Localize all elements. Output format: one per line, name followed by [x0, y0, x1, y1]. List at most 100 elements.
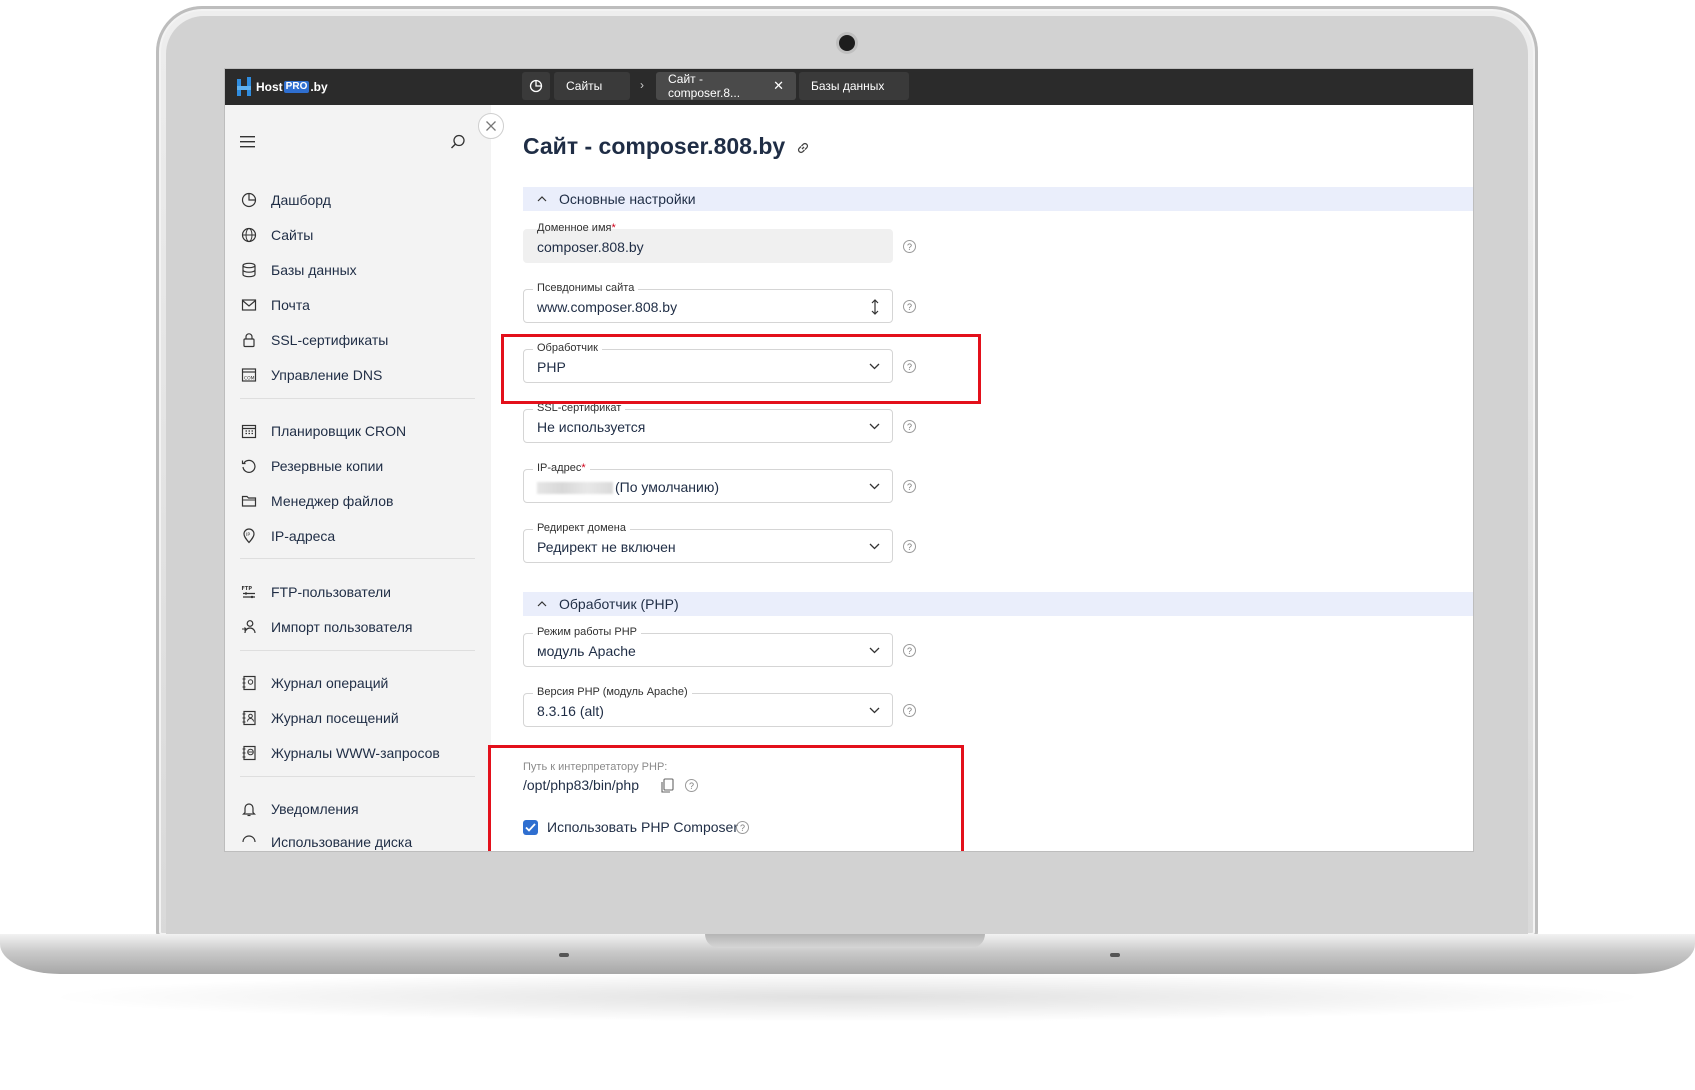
- sidebar-item-visits-log[interactable]: Журнал посещений: [240, 705, 399, 731]
- sidebar-item-label: Уведомления: [271, 801, 359, 817]
- hamburger-icon[interactable]: [240, 135, 256, 154]
- sidebar-item-cron[interactable]: Планировщик CRON: [240, 418, 406, 444]
- tab-databases[interactable]: Базы данных: [799, 72, 909, 100]
- chevron-down-icon: [869, 647, 880, 654]
- ip-icon: IP: [240, 527, 258, 545]
- sidebar-item-ssl[interactable]: SSL-сертификаты: [240, 327, 388, 353]
- aliases-field[interactable]: Псевдонимы сайта www.composer.808.by: [523, 282, 893, 323]
- help-icon[interactable]: ?: [903, 704, 916, 717]
- logo-text: Host PRO .by: [256, 80, 328, 94]
- sidebar-item-label: Планировщик CRON: [271, 423, 407, 439]
- sidebar-item-mail[interactable]: Почта: [240, 292, 310, 318]
- sidebar-item-ftp[interactable]: FTP FTP-пользователи: [240, 579, 392, 605]
- sidebar-item-label: Управление DNS: [271, 367, 383, 383]
- sidebar-item-www-log[interactable]: Журналы WWW-запросов: [240, 740, 440, 766]
- logo[interactable]: Host PRO .by: [236, 75, 328, 99]
- help-icon[interactable]: ?: [903, 644, 916, 657]
- required-mark: *: [581, 462, 586, 474]
- tab-dashboard[interactable]: [522, 72, 550, 100]
- sidebar-item-dns[interactable]: COM Управление DNS: [240, 362, 382, 388]
- sidebar-item-label: Дашборд: [271, 192, 331, 208]
- ssl-select[interactable]: SSL-сертификат Не используется: [523, 402, 893, 443]
- dashboard-icon: [240, 191, 258, 209]
- sidebar-item-operations-log[interactable]: Журнал операций: [240, 670, 388, 696]
- tab-sites[interactable]: Сайты: [554, 72, 630, 100]
- help-icon[interactable]: ?: [903, 420, 916, 433]
- domain-label-text: Доменное имя: [537, 222, 612, 234]
- dashboard-icon: [529, 79, 543, 93]
- help-icon[interactable]: ?: [903, 300, 916, 313]
- sidebar-item-ip[interactable]: IP IP-адреса: [240, 523, 335, 549]
- sidebar: Дашборд Сайты Базы данных Почта SSL-серт…: [225, 105, 491, 851]
- sidebar-item-dashboard[interactable]: Дашборд: [240, 187, 331, 213]
- sidebar-item-label: Журнал посещений: [271, 710, 399, 726]
- calendar-icon: [240, 422, 258, 440]
- sidebar-item-notifications[interactable]: Уведомления: [240, 796, 359, 822]
- help-icon[interactable]: ?: [903, 480, 916, 493]
- resize-arrows-icon[interactable]: [870, 299, 880, 315]
- svg-text:FTP: FTP: [242, 586, 253, 592]
- sidebar-item-label: Журналы WWW-запросов: [271, 745, 440, 761]
- domain-label: Доменное имя*: [533, 222, 620, 234]
- section-basic-settings[interactable]: Основные настройки: [523, 187, 1473, 211]
- sidebar-item-user-import[interactable]: Импорт пользователя: [240, 614, 413, 640]
- sidebar-item-backups[interactable]: Резервные копии: [240, 453, 383, 479]
- chevron-right-icon: ›: [640, 78, 644, 92]
- main-content: Сайт - composer.808.by Основные настройк…: [491, 105, 1473, 851]
- top-bar: Host PRO .by Сайты › Сайт - composer.8..…: [225, 69, 1473, 105]
- required-mark: *: [611, 222, 616, 234]
- sidebar-item-label: Менеджер файлов: [271, 493, 394, 509]
- help-icon[interactable]: ?: [903, 540, 916, 553]
- highlight-composer: [488, 745, 964, 851]
- chevron-down-icon: [869, 543, 880, 550]
- ip-select[interactable]: IP-адрес* (По умолчанию): [523, 462, 893, 503]
- laptop-foot: [1110, 953, 1120, 957]
- php-version-value: 8.3.16 (alt): [537, 703, 604, 719]
- sidebar-item-disk[interactable]: Использование диска: [240, 829, 412, 851]
- help-glyph: ?: [906, 481, 912, 492]
- backup-icon: [240, 457, 258, 475]
- php-mode-label: Режим работы PHP: [533, 626, 641, 638]
- close-tab-icon[interactable]: ✕: [773, 78, 784, 94]
- dns-icon: COM: [240, 366, 258, 384]
- help-glyph: ?: [906, 705, 912, 716]
- chevron-up-icon: [537, 196, 547, 202]
- user-import-icon: [240, 618, 258, 636]
- help-glyph: ?: [906, 241, 912, 252]
- ip-value-text: (По умолчанию): [615, 479, 720, 495]
- operations-log-icon: [240, 674, 258, 692]
- php-mode-select[interactable]: Режим работы PHP модуль Apache: [523, 626, 893, 667]
- ip-value: (По умолчанию): [537, 479, 719, 495]
- sidebar-close-button[interactable]: [478, 113, 504, 139]
- domain-field[interactable]: Доменное имя* composer.808.by: [523, 222, 893, 263]
- app-screen: Host PRO .by Сайты › Сайт - composer.8..…: [224, 68, 1474, 852]
- ip-label: IP-адрес*: [533, 462, 590, 474]
- search-icon[interactable]: [450, 134, 466, 155]
- php-mode-value: модуль Apache: [537, 643, 636, 659]
- sidebar-item-sites[interactable]: Сайты: [240, 222, 313, 248]
- sidebar-item-label: SSL-сертификаты: [271, 332, 389, 348]
- section-php-handler[interactable]: Обработчик (PHP): [523, 592, 1473, 616]
- folder-icon: [240, 492, 258, 510]
- sidebar-item-label: Базы данных: [271, 262, 357, 278]
- sidebar-item-label: Резервные копии: [271, 458, 384, 474]
- laptop-foot: [559, 953, 569, 957]
- link-icon[interactable]: [795, 140, 811, 161]
- database-icon: [240, 261, 258, 279]
- mail-icon: [240, 296, 258, 314]
- logo-suffix: .by: [310, 80, 328, 94]
- tab-site-composer[interactable]: Сайт - composer.8... ✕: [656, 72, 796, 100]
- redirect-select[interactable]: Редирект домена Редирект не включен: [523, 522, 893, 563]
- sidebar-item-label: FTP-пользователи: [271, 584, 391, 600]
- sidebar-item-label: Почта: [271, 297, 310, 313]
- sidebar-item-databases[interactable]: Базы данных: [240, 257, 357, 283]
- chevron-up-icon: [537, 601, 547, 607]
- chevron-down-icon: [869, 483, 880, 490]
- section-title: Основные настройки: [559, 191, 696, 207]
- php-version-select[interactable]: Версия PHP (модуль Apache) 8.3.16 (alt): [523, 686, 893, 727]
- help-icon[interactable]: ?: [903, 240, 916, 253]
- tab-databases-label: Базы данных: [811, 79, 885, 93]
- close-icon: [486, 121, 496, 131]
- sidebar-item-files[interactable]: Менеджер файлов: [240, 488, 394, 514]
- bell-icon: [240, 800, 258, 818]
